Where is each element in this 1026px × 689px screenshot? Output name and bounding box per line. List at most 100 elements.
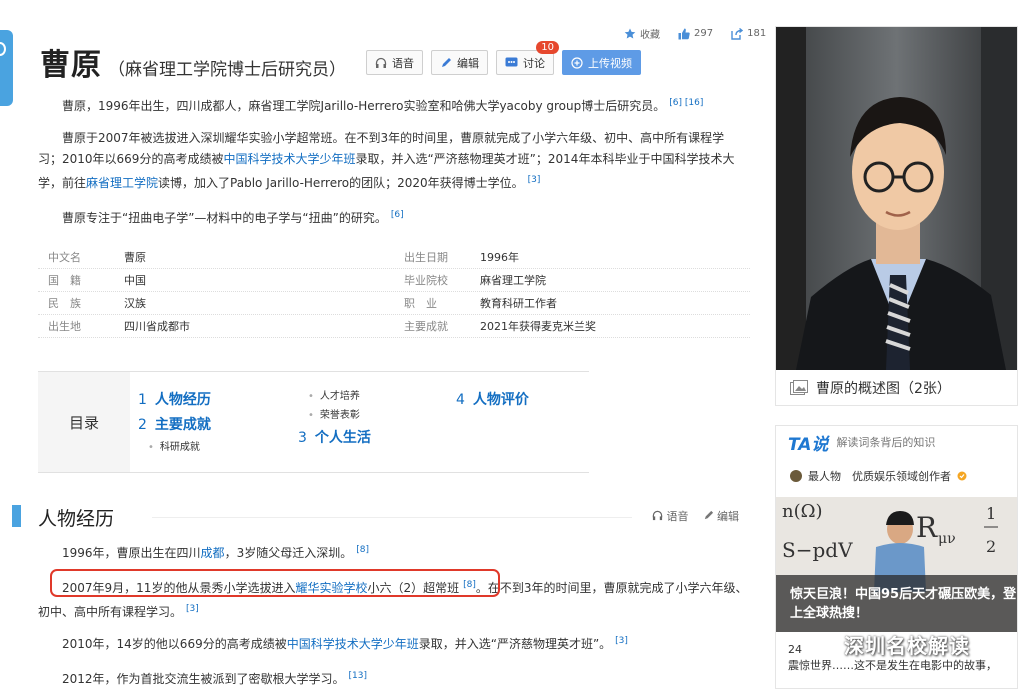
wechat-icon <box>817 637 840 654</box>
thumbs-up-icon <box>678 28 690 39</box>
history-text: 1996年，曹原出生在四川 <box>62 546 201 560</box>
toc-number: 2 <box>138 417 147 433</box>
info-value: 2021年获得麦克米兰奖 <box>480 320 596 333</box>
intro-ref-1[interactable]: [6] [16] <box>669 98 703 108</box>
toc-sub-honor[interactable]: 荣誉表彰 <box>308 406 360 421</box>
edit-button[interactable]: 编辑 <box>431 50 488 75</box>
history-ref[interactable]: [8] <box>356 545 369 555</box>
mit-link[interactable]: 麻省理工学院 <box>86 176 158 190</box>
ta-card-title: 惊天巨浪！中国95后天才碾压欧美，登上全球热搜！ <box>790 587 1017 621</box>
summary-image-panel[interactable]: 曹原的概述图（2张） <box>775 26 1018 406</box>
info-row: 中文名 曹原 出生日期 1996年 <box>38 246 750 269</box>
discuss-button[interactable]: 讨论 10 <box>496 41 559 75</box>
history-text: ，3岁随父母迁入深圳。 <box>224 546 353 560</box>
toc-number: 3 <box>298 430 307 446</box>
voice-button[interactable]: 语音 <box>366 50 423 75</box>
plus-circle-icon <box>571 56 583 69</box>
star-icon <box>624 28 636 38</box>
history-text: 2012年，作为首批交流生被派到了密歇根大学学习。 <box>62 672 345 686</box>
history-text: 录取，并入选“严济慈物理英才班”。 <box>418 637 612 651</box>
toc-item-biography[interactable]: 1 人物经历 <box>138 389 211 409</box>
author-text: 最人物 优质娱乐领域创作者 <box>808 470 951 483</box>
like-action[interactable]: 297 <box>678 26 713 41</box>
history-ref[interactable]: [13] <box>349 671 367 681</box>
info-key: 出生地 <box>48 320 81 333</box>
info-row: 出生地 四川省成都市 主要成就 2021年获得麦克米兰奖 <box>38 315 750 338</box>
side-feedback-tab[interactable] <box>0 30 13 106</box>
watermark: 深圳名校解读 <box>817 630 970 659</box>
info-key: 出生日期 <box>404 251 448 264</box>
discuss-count-badge: 10 <box>536 41 559 54</box>
edit-label: 编辑 <box>457 56 479 70</box>
chengdu-link[interactable]: 成都 <box>201 546 225 560</box>
info-row: 国 籍 中国 毕业院校 麻省理工学院 <box>38 269 750 292</box>
verified-badge-icon <box>957 471 967 481</box>
basic-info-table: 中文名 曹原 出生日期 1996年 国 籍 中国 毕业院校 麻省理工学院 民 族… <box>38 246 750 338</box>
svg-text:2: 2 <box>986 537 996 556</box>
pencil-icon <box>704 510 713 520</box>
svg-text:μν: μν <box>938 531 956 547</box>
info-value: 四川省成都市 <box>124 320 190 333</box>
section-header: 人物经历 语音 编辑 <box>12 503 748 530</box>
intro-text-1: 曹原，1996年出生，四川成都人，麻省理工学院Jarillo-Herrero实验… <box>62 99 666 113</box>
ustc-youth-class-link[interactable]: 中国科学技术大学少年班 <box>287 637 419 651</box>
ta-header: TA说 解读词条背后的知识 <box>776 426 1017 458</box>
ta-article-card[interactable]: n(Ω) S−pdV R μν 1 2 惊天巨浪！中国95后天才碾压欧美，登上全… <box>776 497 1017 632</box>
history-ref[interactable]: [3] <box>186 604 199 614</box>
toc-sub-research[interactable]: 科研成就 <box>148 438 200 453</box>
watermark-text: 深圳名校解读 <box>844 634 970 658</box>
info-row: 民 族 汉族 职 业 教育科研工作者 <box>38 292 750 315</box>
headphones-icon <box>375 57 387 68</box>
entry-subtitle: （麻省理工学院博士后研究员） <box>108 60 346 80</box>
section-marker <box>12 505 21 527</box>
svg-text:1: 1 <box>986 504 996 523</box>
history-text: 2010年，14岁的他以669分的高考成绩被 <box>62 637 287 651</box>
headphones-icon <box>652 510 663 521</box>
toc-item-achievements[interactable]: 2 主要成就 <box>138 414 211 434</box>
entry-title: 曹原 （麻省理工学院博士后研究员） <box>40 40 346 84</box>
info-value: 教育科研工作者 <box>480 297 557 310</box>
ta-author[interactable]: 最人物 优质娱乐领域创作者 <box>776 458 1017 494</box>
toc-sub-talent[interactable]: 人才培养 <box>308 387 360 402</box>
ustc-youth-class-link[interactable]: 中国科学技术大学少年班 <box>223 152 355 166</box>
summary-image-caption[interactable]: 曹原的概述图（2张） <box>776 370 1017 406</box>
section-voice-button[interactable]: 语音 <box>652 508 689 524</box>
toc-title: 主要成就 <box>154 417 211 433</box>
like-count: 297 <box>694 28 714 39</box>
intro-text-3: 曹原专注于“扭曲电子学”—材料中的电子学与“扭曲”的研究。 <box>62 211 387 225</box>
intro-ref-3[interactable]: [6] <box>391 210 404 220</box>
intro-text-2c: 读博，加入了Pablo Jarillo-Herrero的团队；2020年获得博士… <box>158 176 524 190</box>
upload-video-button[interactable]: 上传视频 <box>562 50 641 75</box>
info-value: 1996年 <box>480 251 519 264</box>
info-value: 曹原 <box>124 251 146 264</box>
section-tools: 语音 编辑 <box>652 508 739 524</box>
section-divider <box>152 517 632 518</box>
section-title: 人物经历 <box>38 508 115 530</box>
favorite-action[interactable]: 收藏 <box>624 26 660 41</box>
info-key: 主要成就 <box>404 320 448 333</box>
entry-name: 曹原 <box>40 48 102 83</box>
history-ref[interactable]: [3] <box>615 636 628 646</box>
info-key: 毕业院校 <box>404 274 448 287</box>
info-key: 民 族 <box>48 297 81 310</box>
toc-number: 4 <box>456 392 465 408</box>
avatar <box>790 470 802 482</box>
toc-item-evaluation[interactable]: 4 人物评价 <box>456 389 529 409</box>
highlight-annotation-box <box>50 569 500 597</box>
svg-text:n(Ω): n(Ω) <box>782 501 823 522</box>
toc-label: 目录 <box>38 372 130 472</box>
toc-title: 个人生活 <box>314 430 371 446</box>
section-edit-button[interactable]: 编辑 <box>703 508 739 524</box>
top-actions: 收藏 297 181 <box>624 26 766 41</box>
info-value: 汉族 <box>124 297 146 310</box>
info-value: 麻省理工学院 <box>480 274 546 287</box>
portrait-image <box>776 27 1017 370</box>
toc-number: 1 <box>138 392 147 408</box>
share-action[interactable]: 181 <box>731 26 766 41</box>
upload-video-label: 上传视频 <box>588 56 632 70</box>
intro-ref-2[interactable]: [3] <box>528 175 541 185</box>
nationality-link[interactable]: 中国 <box>124 272 394 288</box>
intro-paragraph-2: 曹原于2007年被选拔进入深圳耀华实验小学超常班。在不到3年的时间里，曹原就完成… <box>38 128 748 194</box>
toc-item-personal-life[interactable]: 3 个人生活 <box>298 427 371 447</box>
info-key: 中文名 <box>48 251 81 264</box>
